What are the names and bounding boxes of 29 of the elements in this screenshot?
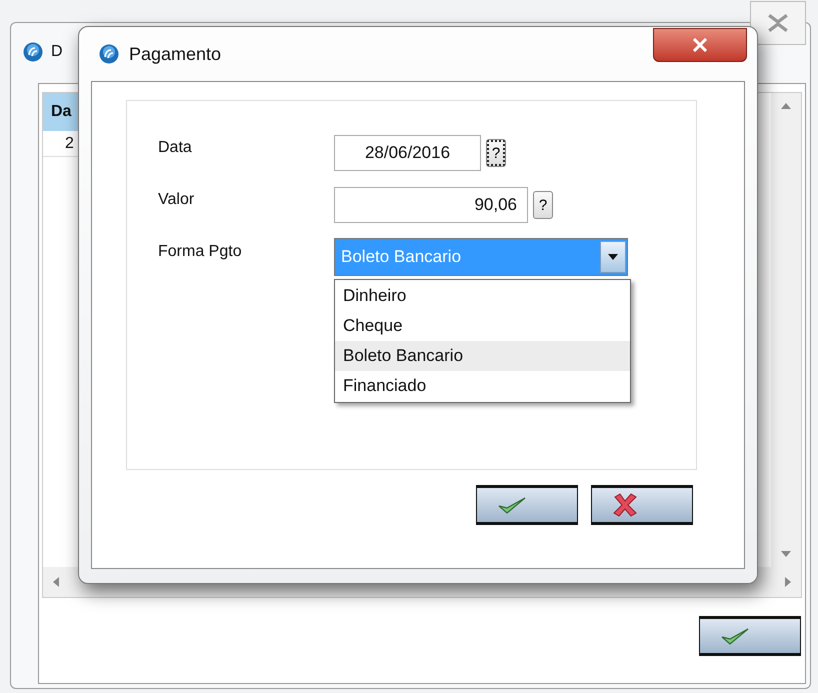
- field-label: Valor: [158, 191, 194, 209]
- scroll-down-icon[interactable]: [781, 551, 791, 557]
- ok-button[interactable]: [476, 485, 578, 525]
- field-label: Forma Pgto: [158, 243, 242, 261]
- scroll-right-icon[interactable]: [785, 577, 791, 587]
- dropdown-option[interactable]: Boleto Bancario: [335, 341, 630, 371]
- app-icon: [23, 42, 43, 62]
- dropdown-option[interactable]: Cheque: [335, 311, 630, 341]
- help-button[interactable]: ?: [533, 191, 553, 219]
- field-label: Data: [158, 139, 192, 157]
- ok-button[interactable]: [699, 616, 801, 656]
- app-icon: [99, 44, 119, 64]
- check-icon: [497, 495, 527, 515]
- scroll-up-icon[interactable]: [781, 103, 791, 109]
- dropdown-option[interactable]: Dinheiro: [335, 281, 630, 311]
- cancel-button[interactable]: [591, 485, 693, 525]
- close-icon: [767, 14, 789, 32]
- scroll-left-icon[interactable]: [53, 577, 59, 587]
- vertical-scrollbar[interactable]: [771, 93, 801, 567]
- close-icon: [692, 38, 708, 52]
- value-field[interactable]: 90,06: [334, 187, 528, 223]
- dialog-title: Pagamento: [129, 44, 222, 64]
- help-button[interactable]: ?: [486, 139, 506, 167]
- close-button[interactable]: [653, 28, 747, 62]
- date-field[interactable]: 28/06/2016: [334, 135, 481, 171]
- window-title: D: [51, 43, 63, 61]
- check-icon: [720, 626, 750, 646]
- x-icon: [612, 492, 638, 518]
- dropdown-option[interactable]: Financiado: [335, 371, 630, 401]
